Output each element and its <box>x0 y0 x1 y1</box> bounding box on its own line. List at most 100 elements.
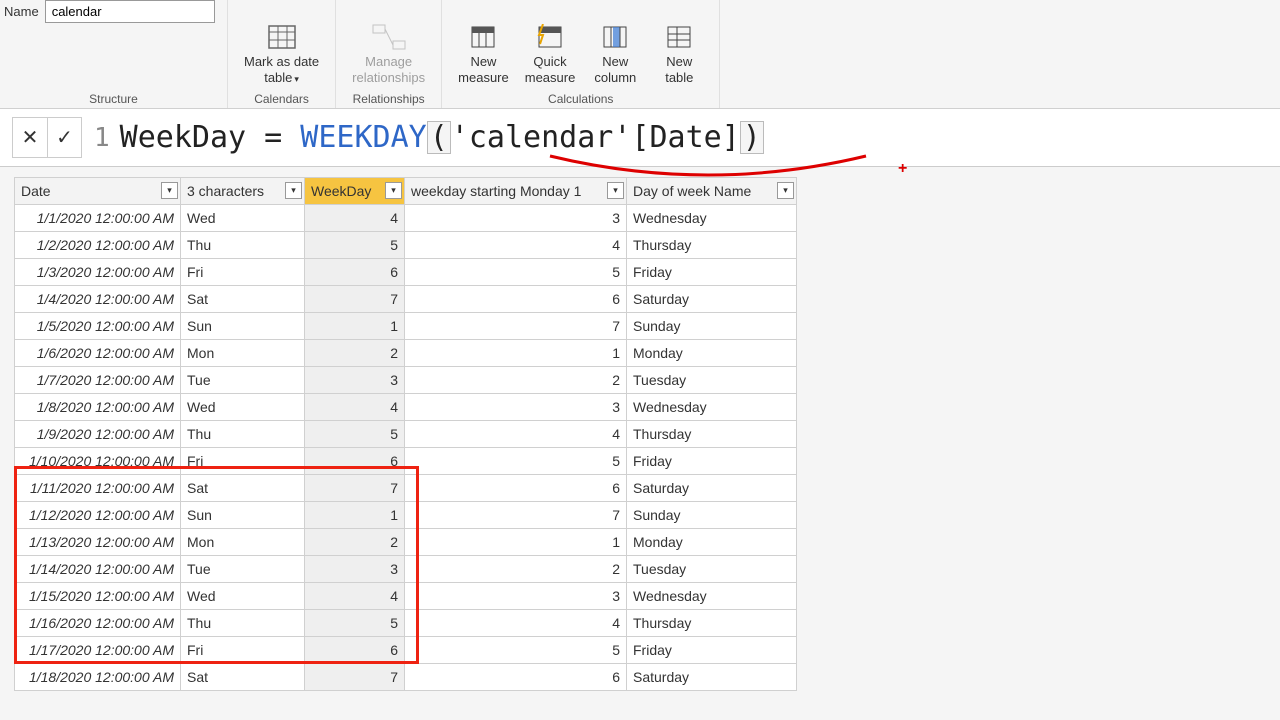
cell-weekday[interactable]: 3 <box>305 367 405 394</box>
cell-day-name[interactable]: Monday <box>627 340 797 367</box>
filter-icon[interactable]: ▾ <box>161 182 178 199</box>
cell-day-name[interactable]: Thursday <box>627 421 797 448</box>
cell-weekday-monday[interactable]: 4 <box>405 232 627 259</box>
cell-weekday[interactable]: 5 <box>305 421 405 448</box>
cell-date[interactable]: 1/3/2020 12:00:00 AM <box>15 259 181 286</box>
cell-day-name[interactable]: Tuesday <box>627 556 797 583</box>
filter-icon[interactable]: ▾ <box>285 182 302 199</box>
cell-weekday-monday[interactable]: 1 <box>405 529 627 556</box>
table-row[interactable]: 1/11/2020 12:00:00 AMSat76Saturday <box>15 475 797 502</box>
cell-date[interactable]: 1/4/2020 12:00:00 AM <box>15 286 181 313</box>
cell-date[interactable]: 1/7/2020 12:00:00 AM <box>15 367 181 394</box>
cell-day-name[interactable]: Wednesday <box>627 583 797 610</box>
cell-3characters[interactable]: Tue <box>181 556 305 583</box>
cell-date[interactable]: 1/14/2020 12:00:00 AM <box>15 556 181 583</box>
cell-date[interactable]: 1/15/2020 12:00:00 AM <box>15 583 181 610</box>
cell-date[interactable]: 1/17/2020 12:00:00 AM <box>15 637 181 664</box>
cell-date[interactable]: 1/6/2020 12:00:00 AM <box>15 340 181 367</box>
cell-3characters[interactable]: Fri <box>181 637 305 664</box>
cell-date[interactable]: 1/1/2020 12:00:00 AM <box>15 205 181 232</box>
cell-day-name[interactable]: Thursday <box>627 232 797 259</box>
cell-date[interactable]: 1/13/2020 12:00:00 AM <box>15 529 181 556</box>
cell-weekday-monday[interactable]: 5 <box>405 637 627 664</box>
cell-date[interactable]: 1/16/2020 12:00:00 AM <box>15 610 181 637</box>
cell-day-name[interactable]: Wednesday <box>627 394 797 421</box>
new-column-button[interactable]: Newcolumn <box>585 18 645 91</box>
new-table-button[interactable]: Newtable <box>649 18 709 91</box>
cell-3characters[interactable]: Thu <box>181 232 305 259</box>
filter-icon[interactable]: ▾ <box>607 182 624 199</box>
cell-weekday-monday[interactable]: 3 <box>405 583 627 610</box>
cell-3characters[interactable]: Sat <box>181 286 305 313</box>
table-row[interactable]: 1/17/2020 12:00:00 AMFri65Friday <box>15 637 797 664</box>
cell-weekday[interactable]: 4 <box>305 205 405 232</box>
cell-date[interactable]: 1/5/2020 12:00:00 AM <box>15 313 181 340</box>
table-row[interactable]: 1/2/2020 12:00:00 AMThu54Thursday <box>15 232 797 259</box>
header-weekday[interactable]: WeekDay▾ <box>305 178 405 205</box>
table-row[interactable]: 1/9/2020 12:00:00 AMThu54Thursday <box>15 421 797 448</box>
cell-3characters[interactable]: Tue <box>181 367 305 394</box>
cell-day-name[interactable]: Tuesday <box>627 367 797 394</box>
cell-day-name[interactable]: Sunday <box>627 502 797 529</box>
cell-date[interactable]: 1/8/2020 12:00:00 AM <box>15 394 181 421</box>
cancel-formula-button[interactable]: ✕ <box>13 118 47 157</box>
cell-weekday-monday[interactable]: 6 <box>405 475 627 502</box>
table-row[interactable]: 1/16/2020 12:00:00 AMThu54Thursday <box>15 610 797 637</box>
cell-weekday[interactable]: 1 <box>305 502 405 529</box>
cell-3characters[interactable]: Thu <box>181 421 305 448</box>
cell-date[interactable]: 1/12/2020 12:00:00 AM <box>15 502 181 529</box>
cell-weekday[interactable]: 3 <box>305 556 405 583</box>
cell-weekday[interactable]: 5 <box>305 232 405 259</box>
cell-weekday[interactable]: 7 <box>305 286 405 313</box>
table-row[interactable]: 1/5/2020 12:00:00 AMSun17Sunday <box>15 313 797 340</box>
cell-3characters[interactable]: Sun <box>181 502 305 529</box>
cell-weekday-monday[interactable]: 4 <box>405 421 627 448</box>
filter-icon[interactable]: ▾ <box>385 182 402 199</box>
cell-day-name[interactable]: Saturday <box>627 475 797 502</box>
cell-weekday-monday[interactable]: 3 <box>405 205 627 232</box>
filter-icon[interactable]: ▾ <box>777 182 794 199</box>
header-weekday-monday[interactable]: weekday starting Monday 1▾ <box>405 178 627 205</box>
cell-weekday-monday[interactable]: 4 <box>405 610 627 637</box>
data-grid[interactable]: Date▾ 3 characters▾ WeekDay▾ weekday sta… <box>14 177 797 691</box>
table-row[interactable]: 1/6/2020 12:00:00 AMMon21Monday <box>15 340 797 367</box>
cell-3characters[interactable]: Wed <box>181 583 305 610</box>
cell-3characters[interactable]: Fri <box>181 448 305 475</box>
table-row[interactable]: 1/1/2020 12:00:00 AMWed43Wednesday <box>15 205 797 232</box>
cell-3characters[interactable]: Mon <box>181 340 305 367</box>
cell-weekday[interactable]: 7 <box>305 475 405 502</box>
cell-3characters[interactable]: Fri <box>181 259 305 286</box>
cell-day-name[interactable]: Thursday <box>627 610 797 637</box>
cell-weekday-monday[interactable]: 2 <box>405 367 627 394</box>
header-date[interactable]: Date▾ <box>15 178 181 205</box>
table-row[interactable]: 1/3/2020 12:00:00 AMFri65Friday <box>15 259 797 286</box>
cell-3characters[interactable]: Wed <box>181 205 305 232</box>
cell-weekday[interactable]: 1 <box>305 313 405 340</box>
mark-as-date-table-button[interactable]: Mark as datetable▾ <box>238 18 325 91</box>
cell-date[interactable]: 1/9/2020 12:00:00 AM <box>15 421 181 448</box>
cell-day-name[interactable]: Friday <box>627 448 797 475</box>
cell-weekday[interactable]: 6 <box>305 637 405 664</box>
cell-day-name[interactable]: Wednesday <box>627 205 797 232</box>
table-row[interactable]: 1/8/2020 12:00:00 AMWed43Wednesday <box>15 394 797 421</box>
table-row[interactable]: 1/12/2020 12:00:00 AMSun17Sunday <box>15 502 797 529</box>
header-3characters[interactable]: 3 characters▾ <box>181 178 305 205</box>
quick-measure-button[interactable]: Quickmeasure <box>519 18 582 91</box>
cell-day-name[interactable]: Friday <box>627 259 797 286</box>
cell-weekday[interactable]: 4 <box>305 583 405 610</box>
cell-day-name[interactable]: Saturday <box>627 286 797 313</box>
cell-3characters[interactable]: Sun <box>181 313 305 340</box>
commit-formula-button[interactable]: ✓ <box>47 118 81 157</box>
header-day-name[interactable]: Day of week Name▾ <box>627 178 797 205</box>
table-row[interactable]: 1/18/2020 12:00:00 AMSat76Saturday <box>15 664 797 691</box>
cell-3characters[interactable]: Wed <box>181 394 305 421</box>
cell-day-name[interactable]: Friday <box>627 637 797 664</box>
table-row[interactable]: 1/15/2020 12:00:00 AMWed43Wednesday <box>15 583 797 610</box>
cell-3characters[interactable]: Mon <box>181 529 305 556</box>
cell-weekday-monday[interactable]: 6 <box>405 286 627 313</box>
cell-weekday[interactable]: 2 <box>305 340 405 367</box>
table-row[interactable]: 1/13/2020 12:00:00 AMMon21Monday <box>15 529 797 556</box>
cell-weekday-monday[interactable]: 6 <box>405 664 627 691</box>
cell-weekday[interactable]: 5 <box>305 610 405 637</box>
table-row[interactable]: 1/14/2020 12:00:00 AMTue32Tuesday <box>15 556 797 583</box>
